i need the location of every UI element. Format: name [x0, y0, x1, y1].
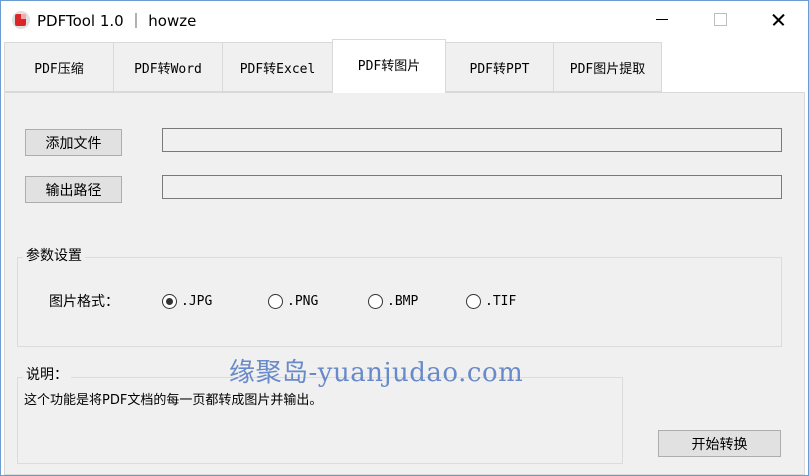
input-file-path-field[interactable] — [162, 128, 782, 152]
tab-pdf-to-excel[interactable]: PDF转Excel — [222, 42, 333, 92]
pdf-app-icon — [12, 11, 30, 29]
format-radio-jpg[interactable]: .JPG — [162, 291, 212, 311]
title-bar[interactable]: PDFTool 1.0 ｜ howze — [1, 1, 808, 39]
output-path-button[interactable]: 输出路径 — [25, 176, 122, 203]
image-format-label: 图片格式： — [49, 294, 119, 310]
tab-pdf-to-ppt[interactable]: PDF转PPT — [445, 42, 554, 92]
tab-strip: PDF压缩 PDF转Word PDF转Excel PDF转图片 PDF转PPT … — [1, 39, 808, 93]
tab-pdf-image-extract[interactable]: PDF图片提取 — [553, 42, 662, 92]
start-convert-button[interactable]: 开始转换 — [658, 430, 781, 457]
output-path-field[interactable] — [162, 175, 782, 199]
watermark-text: 缘聚岛-yuanjudao.com — [229, 358, 524, 388]
format-radio-png[interactable]: .PNG — [268, 291, 318, 311]
app-window: PDFTool 1.0 ｜ howze PDF压缩 PDF转Word PDF转E… — [0, 0, 809, 476]
note-text: 这个功能是将PDF文档的每一页都转成图片并输出。 — [24, 393, 323, 408]
format-option-label: .TIF — [485, 293, 517, 309]
format-option-label: .PNG — [287, 293, 319, 309]
radio-checked-icon — [162, 293, 177, 309]
tab-pdf-to-image[interactable]: PDF转图片 — [332, 39, 446, 93]
tab-pdf-compress[interactable]: PDF压缩 — [4, 42, 114, 92]
radio-unchecked-icon — [268, 293, 283, 309]
note-group-title: 说明： — [23, 364, 71, 384]
format-option-label: .BMP — [387, 293, 419, 309]
format-radio-bmp[interactable]: .BMP — [368, 291, 418, 311]
tab-pdf-to-word[interactable]: PDF转Word — [113, 42, 223, 92]
maximize-button[interactable] — [697, 1, 743, 39]
minimize-button[interactable] — [639, 1, 685, 39]
params-group-title: 参数设置 — [23, 245, 85, 265]
close-button[interactable] — [755, 1, 801, 39]
tab-panel: 添加文件 输出路径 参数设置 图片格式： .JPG .PNG .BMP .TIF… — [4, 92, 805, 475]
window-title: PDFTool 1.0 ｜ howze — [37, 12, 197, 30]
radio-unchecked-icon — [368, 293, 383, 309]
radio-unchecked-icon — [466, 293, 481, 309]
add-file-button[interactable]: 添加文件 — [25, 129, 122, 156]
format-radio-tif[interactable]: .TIF — [466, 291, 516, 311]
format-option-label: .JPG — [181, 293, 213, 309]
